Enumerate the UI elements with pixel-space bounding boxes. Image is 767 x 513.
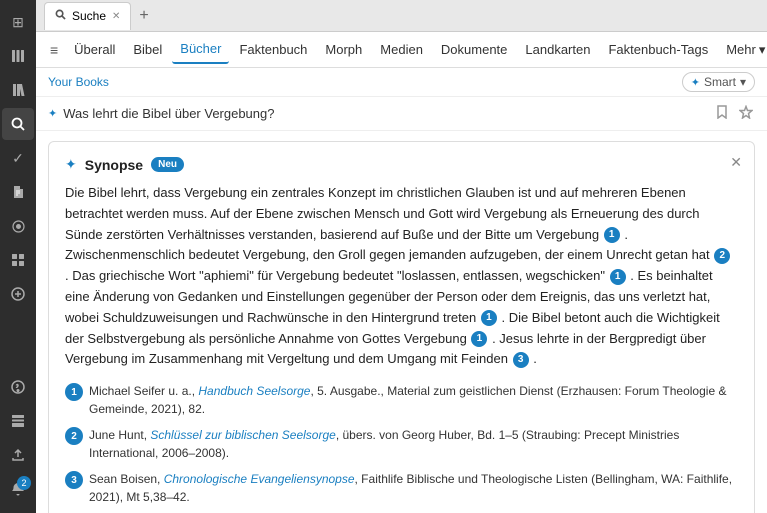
synopsis-title-row: ✦ Synopse Neu	[65, 156, 738, 173]
search-query-icon: ✦	[48, 107, 57, 120]
smart-label: Smart	[704, 75, 736, 89]
references-section: 1 Michael Seifer u. a., Handbuch Seelsor…	[65, 382, 738, 506]
nav-item-ueberall[interactable]: Überall	[66, 36, 123, 63]
nav-item-mehr[interactable]: Mehr ▾	[718, 36, 767, 64]
tab-bar: Suche ✕ +	[36, 0, 767, 32]
ref-text-1: Michael Seifer u. a., Handbuch Seelsorge…	[89, 382, 738, 418]
nav-item-landkarten[interactable]: Landkarten	[517, 36, 598, 63]
sidebar-icon-export[interactable]	[2, 439, 34, 471]
sidebar-icon-notification[interactable]	[2, 473, 34, 505]
nav-bar: ≡ Überall Bibel Bücher Faktenbuch Morph …	[36, 32, 767, 68]
ref-badge-2[interactable]: 2	[714, 248, 730, 264]
reference-item-1: 1 Michael Seifer u. a., Handbuch Seelsor…	[65, 382, 738, 418]
sidebar-icon-grid[interactable]	[2, 244, 34, 276]
tab-search-icon	[55, 9, 66, 23]
nav-item-morph[interactable]: Morph	[317, 36, 370, 63]
synopsis-card: ✦ Synopse Neu ✕ Die Bibel lehrt, dass Ve…	[48, 141, 755, 513]
ref-link-1[interactable]: Handbuch Seelsorge	[198, 384, 310, 398]
ref-num-1: 1	[65, 383, 83, 401]
nav-item-buecher[interactable]: Bücher	[172, 35, 229, 64]
ref-link-2[interactable]: Schlüssel zur biblischen Seelsorge	[150, 428, 335, 442]
sidebar-icon-add[interactable]	[2, 278, 34, 310]
books-bar: Your Books ✦ Smart ▾	[36, 68, 767, 97]
ref-num-2: 2	[65, 427, 83, 445]
star-button[interactable]	[737, 103, 755, 124]
sidebar-icon-radio[interactable]	[2, 210, 34, 242]
tab-close-button[interactable]: ✕	[112, 11, 120, 22]
search-action-buttons	[713, 103, 755, 124]
sidebar-icon-books[interactable]	[2, 74, 34, 106]
nav-item-bibel[interactable]: Bibel	[125, 36, 170, 63]
sidebar: ⊞ ✓	[0, 0, 36, 513]
tab-label: Suche	[72, 9, 106, 23]
search-query-text: Was lehrt die Bibel über Vergebung?	[63, 106, 707, 121]
sidebar-icon-library[interactable]	[2, 40, 34, 72]
sidebar-icon-help[interactable]	[2, 371, 34, 403]
nav-item-faktenbuch[interactable]: Faktenbuch	[231, 36, 315, 63]
synopsis-close-button[interactable]: ✕	[730, 154, 742, 171]
chevron-down-icon: ▾	[759, 42, 766, 58]
ref-badge-3[interactable]: 1	[610, 269, 626, 285]
ref-text-3: Sean Boisen, Chronologische Evangeliensy…	[89, 470, 738, 506]
sidebar-icon-search[interactable]	[2, 108, 34, 140]
reference-item-3: 3 Sean Boisen, Chronologische Evangelien…	[65, 470, 738, 506]
smart-icon: ✦	[691, 76, 700, 89]
nav-item-dokumente[interactable]: Dokumente	[433, 36, 515, 63]
synopsis-body: Die Bibel lehrt, dass Vergebung ein zent…	[65, 183, 738, 370]
ref-num-3: 3	[65, 471, 83, 489]
search-bar: ✦ Was lehrt die Bibel über Vergebung?	[36, 97, 767, 131]
bookmark-button[interactable]	[713, 103, 731, 124]
new-tab-button[interactable]: +	[133, 7, 154, 25]
nav-item-medien[interactable]: Medien	[372, 36, 431, 63]
sidebar-icon-document[interactable]	[2, 176, 34, 208]
hamburger-menu-button[interactable]: ≡	[44, 38, 64, 62]
synopsis-title: Synopse	[85, 157, 143, 173]
ref-badge-1[interactable]: 1	[604, 227, 620, 243]
sidebar-icon-check[interactable]: ✓	[2, 142, 34, 174]
synopsis-icon: ✦	[65, 156, 77, 173]
reference-item-2: 2 June Hunt, Schlüssel zur biblischen Se…	[65, 426, 738, 462]
sidebar-icon-table[interactable]	[2, 405, 34, 437]
ref-text-2: June Hunt, Schlüssel zur biblischen Seel…	[89, 426, 738, 462]
sidebar-icon-home[interactable]: ⊞	[2, 6, 34, 38]
synopsis-header: ✦ Synopse Neu ✕	[65, 156, 738, 173]
tab-search[interactable]: Suche ✕	[44, 2, 131, 30]
ref-badge-6[interactable]: 3	[513, 352, 529, 368]
nav-item-faktenbuch-tags[interactable]: Faktenbuch-Tags	[600, 36, 716, 63]
ref-link-3[interactable]: Chronologische Evangeliensynopse	[164, 472, 355, 486]
ref-badge-4[interactable]: 1	[481, 310, 497, 326]
your-books-link[interactable]: Your Books	[48, 75, 109, 89]
smart-button[interactable]: ✦ Smart ▾	[682, 72, 755, 92]
synopsis-text-3: . Das griechische Wort "aphiemi" für Ver…	[65, 268, 605, 283]
synopsis-badge: Neu	[151, 157, 184, 172]
ref-badge-5[interactable]: 1	[471, 331, 487, 347]
smart-chevron-icon: ▾	[740, 75, 746, 89]
main-panel: Suche ✕ + ≡ Überall Bibel Bücher Faktenb…	[36, 0, 767, 513]
content-area: ✦ Synopse Neu ✕ Die Bibel lehrt, dass Ve…	[36, 131, 767, 513]
synopsis-text-7: .	[533, 351, 537, 366]
